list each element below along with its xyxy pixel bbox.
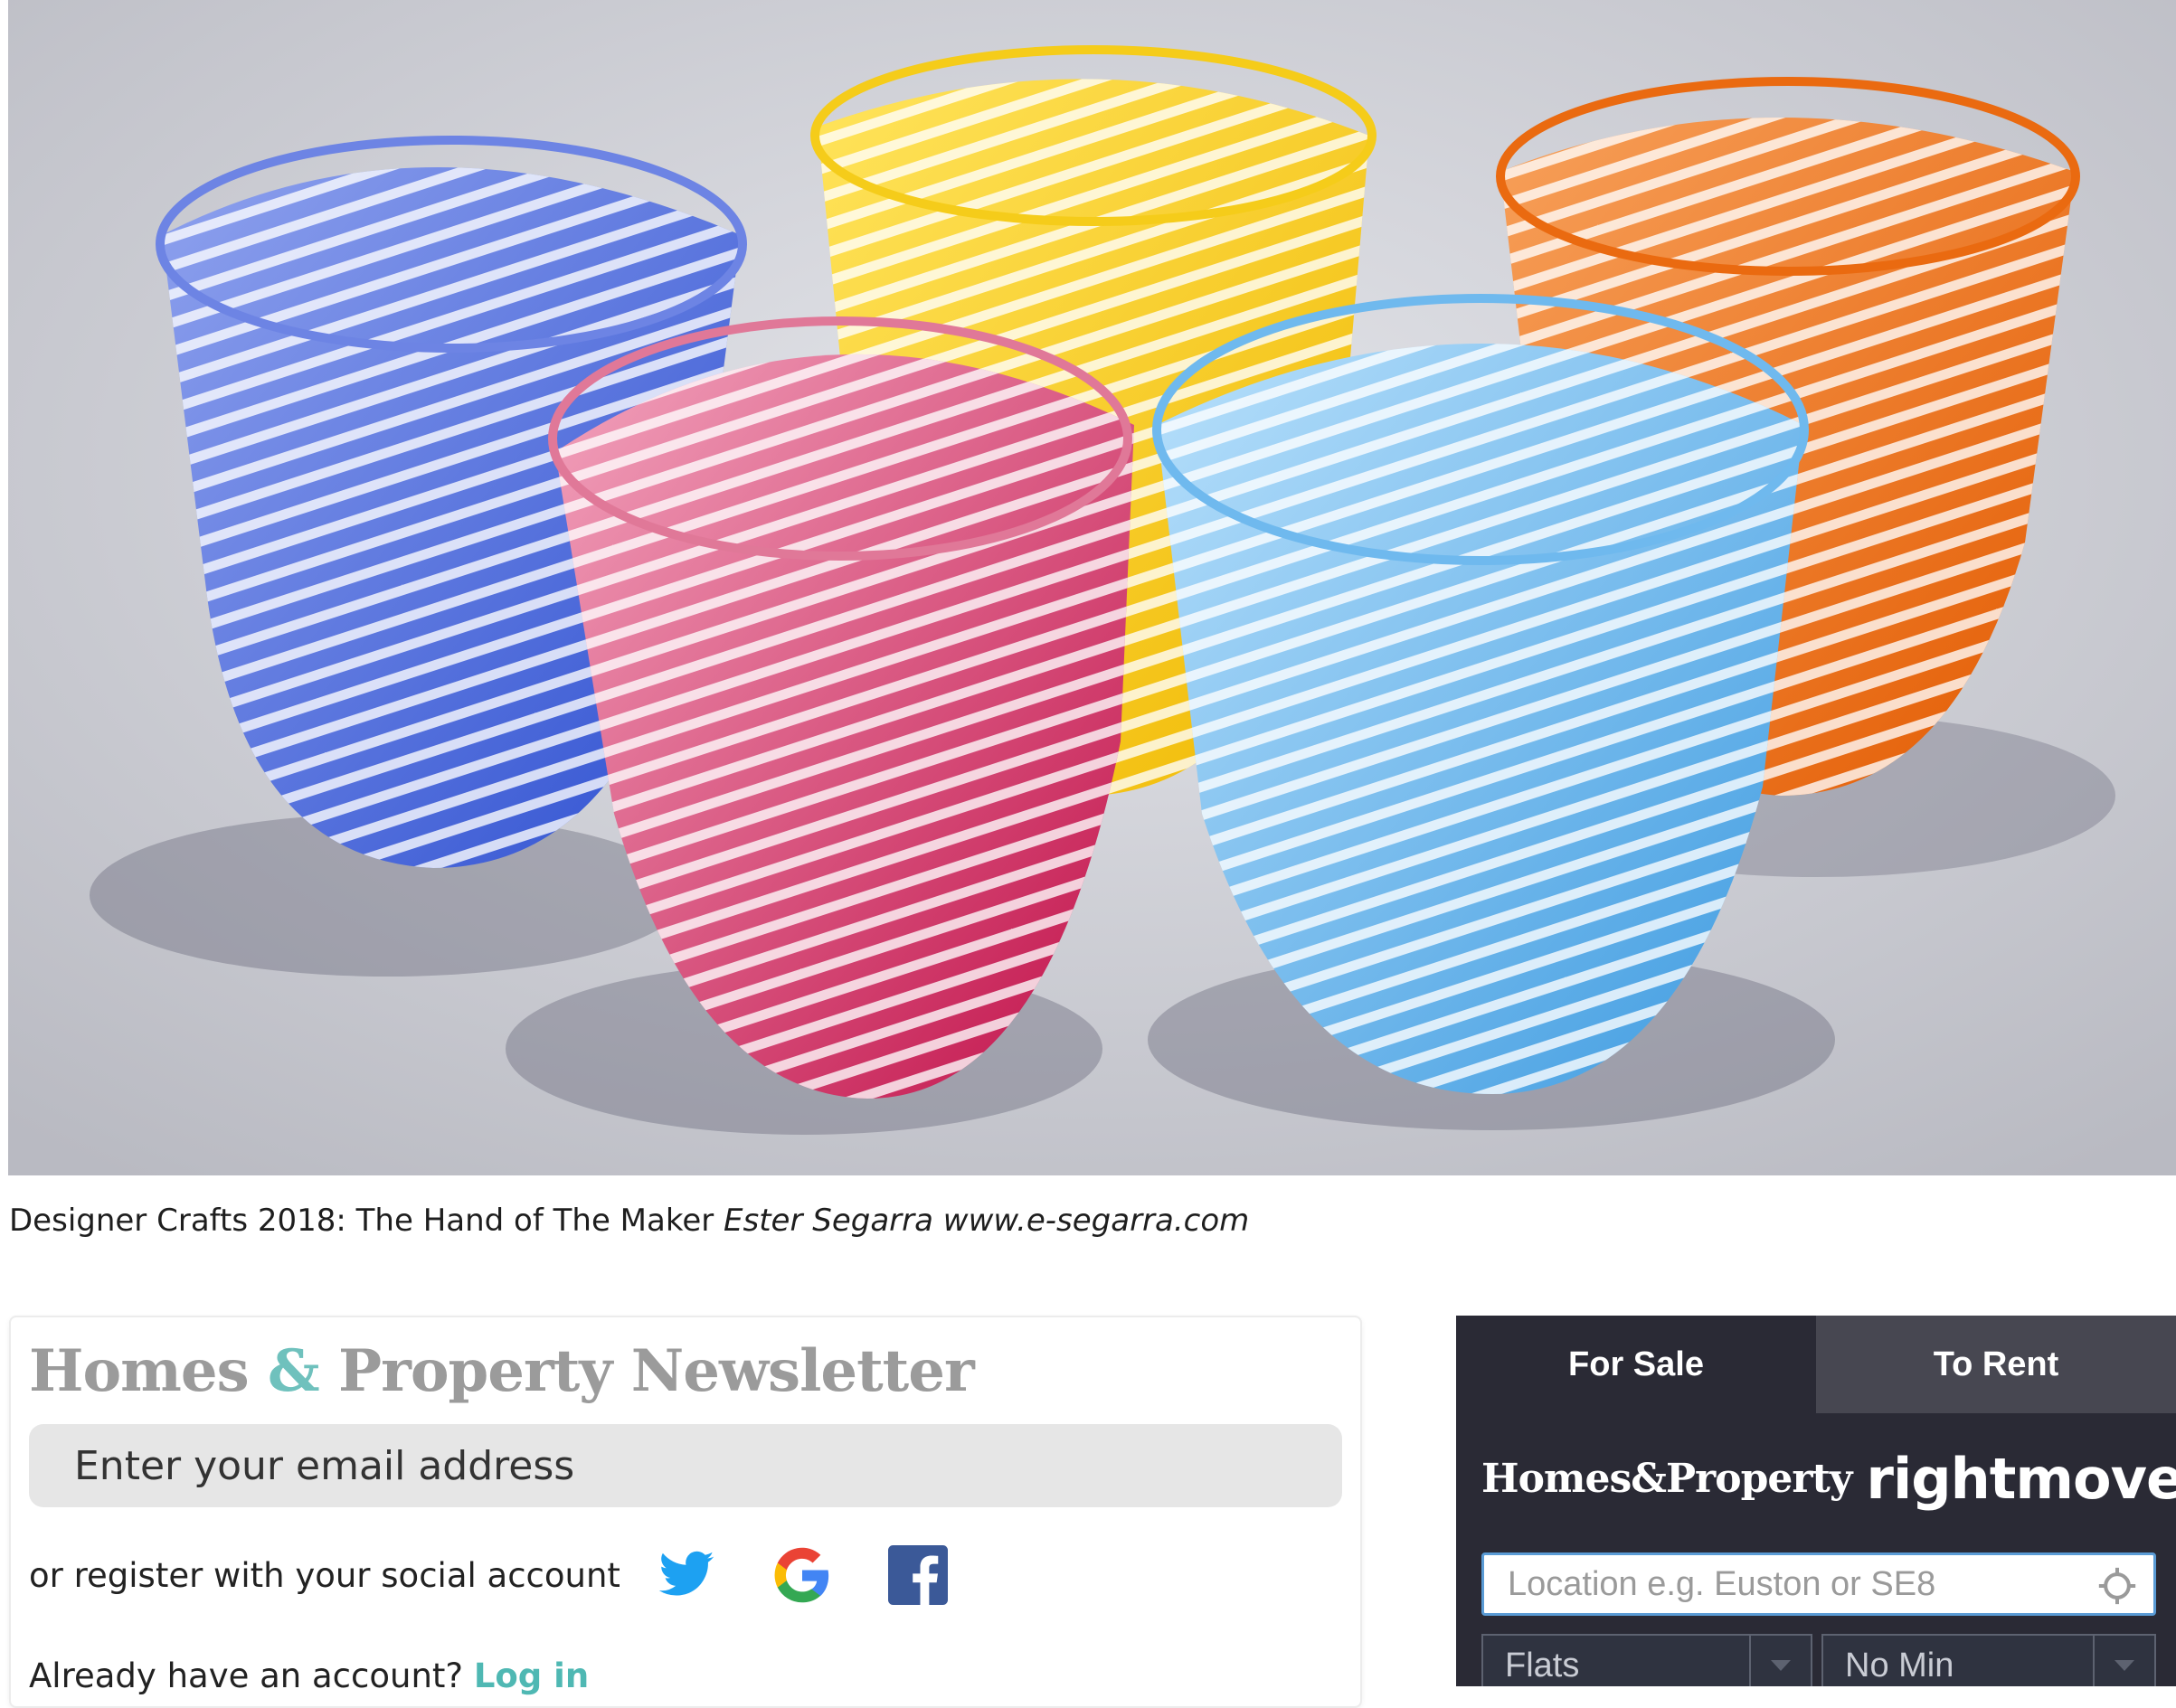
login-row: Already have an account? Log in xyxy=(29,1656,589,1695)
facebook-icon xyxy=(887,1545,948,1605)
social-register-label: or register with your social account xyxy=(29,1555,620,1595)
search-brand: Homes&Property rightmove xyxy=(1481,1433,2176,1524)
caption-credit: Ester Segarra www.e-segarra.com xyxy=(724,1203,1250,1239)
chevron-down-icon xyxy=(1749,1636,1811,1686)
property-search-widget: For Sale To Rent Homes&Property rightmov… xyxy=(1456,1316,2176,1686)
rightmove-logo: rightmove xyxy=(1866,1445,2176,1512)
login-prompt: Already have an account? xyxy=(29,1656,474,1695)
glass-vessels-illustration xyxy=(8,0,2176,1175)
chevron-down-icon xyxy=(2093,1636,2154,1686)
property-type-select[interactable]: Flats xyxy=(1481,1634,1812,1686)
login-link[interactable]: Log in xyxy=(474,1656,589,1695)
caption-text: Designer Crafts 2018: The Hand of The Ma… xyxy=(9,1203,724,1239)
min-price-select[interactable]: No Min xyxy=(1821,1634,2156,1686)
social-register-row: or register with your social account xyxy=(29,1539,1002,1611)
newsletter-card: Homes & Property Newsletter or register … xyxy=(9,1316,1362,1708)
newsletter-title-rest: Property Newsletter xyxy=(337,1337,975,1405)
newsletter-title-homes: Homes xyxy=(29,1337,250,1405)
google-button[interactable] xyxy=(771,1543,834,1607)
facebook-button[interactable] xyxy=(886,1543,950,1607)
email-input[interactable] xyxy=(29,1424,1342,1507)
tab-to-rent[interactable]: To Rent xyxy=(1816,1316,2176,1413)
newsletter-title-ampersand: & xyxy=(267,1337,320,1405)
crosshair-icon[interactable] xyxy=(2097,1566,2137,1606)
property-type-value: Flats xyxy=(1505,1646,1580,1684)
newsletter-title: Homes & Property Newsletter xyxy=(29,1337,975,1405)
location-input[interactable] xyxy=(1484,1555,2086,1613)
min-price-value: No Min xyxy=(1845,1646,1954,1684)
location-field xyxy=(1481,1552,2156,1616)
image-caption: Designer Crafts 2018: The Hand of The Ma… xyxy=(9,1203,1249,1239)
homes-property-logo: Homes&Property xyxy=(1481,1455,1852,1502)
twitter-button[interactable] xyxy=(655,1543,718,1607)
hero-image xyxy=(8,0,2176,1175)
tab-for-sale[interactable]: For Sale xyxy=(1456,1316,1816,1413)
search-tabs: For Sale To Rent xyxy=(1456,1316,2176,1413)
google-icon xyxy=(774,1547,829,1603)
twitter-icon xyxy=(658,1551,714,1596)
